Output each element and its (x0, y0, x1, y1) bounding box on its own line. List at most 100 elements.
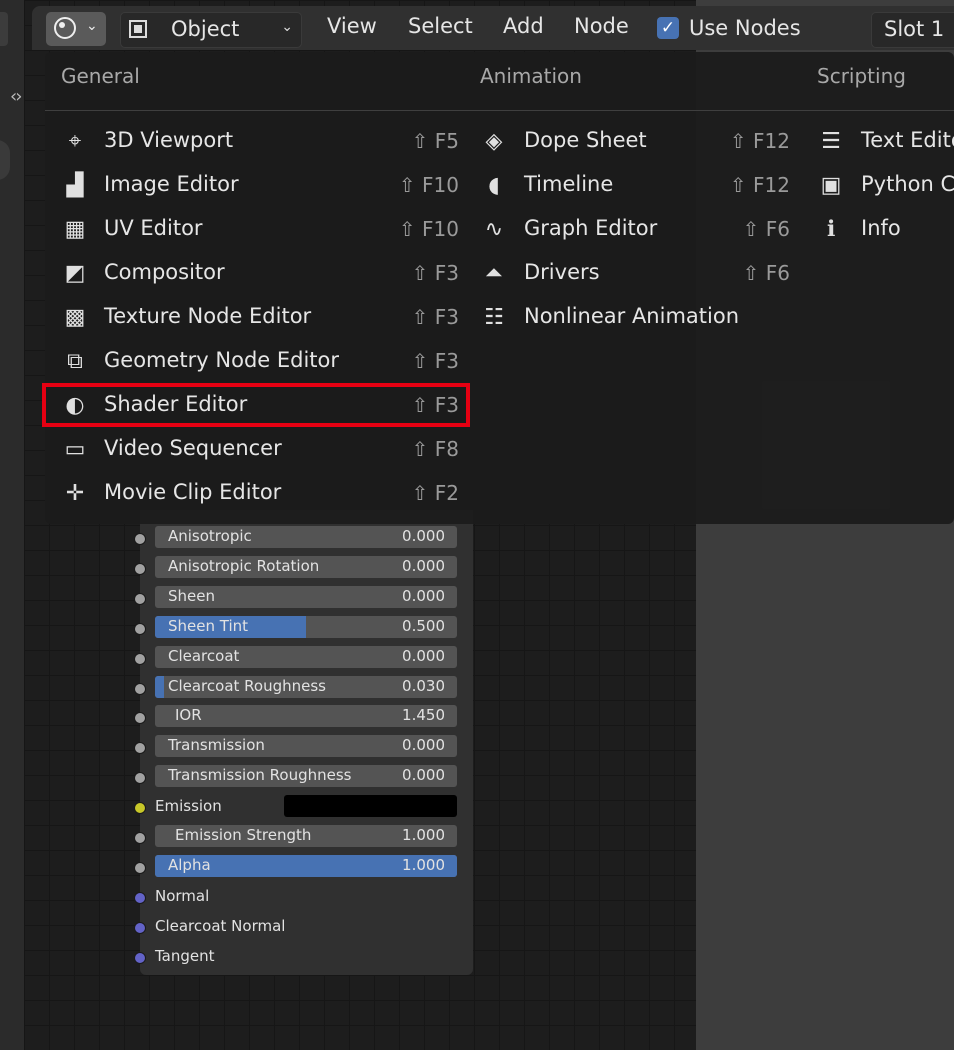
input-socket[interactable] (134, 622, 146, 635)
slot-label: Slot 1 (884, 17, 945, 41)
value-slider[interactable]: Anisotropic 0.000 (155, 526, 457, 548)
menu-item-label: Timeline (524, 172, 614, 196)
shortcut-label: ⇧ F6 (742, 261, 790, 285)
node-input-row: Emission Strength 1.000 (134, 825, 473, 849)
input-socket[interactable] (134, 951, 146, 964)
popup-divider (45, 110, 954, 111)
menu-item-uv-editor[interactable]: ▦ UV Editor ⇧ F10 (61, 208, 459, 252)
shader-editor-highlight-box (42, 383, 470, 427)
shortcut-label: ⇧ F3 (411, 261, 459, 285)
value-slider[interactable]: Clearcoat 0.000 (155, 645, 457, 668)
value-slider[interactable]: Transmission Roughness 0.000 (155, 765, 457, 788)
node-input-row: Transmission 0.000 (134, 735, 473, 759)
menu-item-graph-editor[interactable]: ∿ Graph Editor ⇧ F6 (480, 208, 790, 252)
menu-item-texture-node-editor[interactable]: ▩ Texture Node Editor ⇧ F3 (61, 296, 459, 340)
slider-label: Transmission Roughness (168, 766, 352, 785)
menu-item-label: Drivers (524, 260, 600, 284)
object-mode-icon (129, 20, 147, 38)
use-nodes-label: Use Nodes (689, 16, 801, 40)
menu-select[interactable]: Select (408, 14, 473, 38)
node-input-row: Alpha 1.000 (134, 854, 473, 879)
input-socket[interactable] (134, 802, 146, 815)
info-icon: ℹ (826, 217, 836, 242)
input-label: Tangent (155, 946, 215, 965)
menu-item-info[interactable]: ℹ Info (817, 208, 954, 252)
input-socket[interactable] (134, 772, 146, 785)
slider-value: 1.000 (402, 826, 445, 844)
shortcut-label: ⇧ F12 (729, 173, 790, 197)
menu-item-python-console[interactable]: ▣ Python C (817, 164, 954, 208)
shortcut-label: ⇧ F3 (411, 305, 459, 329)
node-input-row: Anisotropic Rotation 0.000 (134, 555, 473, 580)
slider-label: Clearcoat (168, 646, 240, 665)
graph-editor-icon: ∿ (484, 217, 504, 242)
menu-node[interactable]: Node (574, 14, 629, 38)
slider-fill (155, 675, 165, 698)
node-input-row: IOR 1.450 (134, 705, 473, 729)
value-slider[interactable]: Anisotropic Rotation 0.000 (155, 555, 457, 578)
value-slider[interactable]: Clearcoat Roughness 0.030 (155, 675, 457, 698)
shortcut-label: ⇧ F6 (742, 217, 790, 241)
menu-item-drivers[interactable]: ⏶ Drivers ⇧ F6 (480, 252, 790, 296)
mode-select[interactable]: Object ⌄ (120, 12, 302, 48)
value-slider[interactable]: Alpha 1.000 (155, 854, 457, 877)
menu-item-compositor[interactable]: ◩ Compositor ⇧ F3 (61, 252, 459, 296)
menu-item-label: 3D Viewport (104, 128, 234, 152)
input-socket[interactable] (134, 682, 146, 695)
slider-value: 1.450 (402, 706, 445, 725)
input-socket[interactable] (134, 652, 146, 665)
slider-value: 0.000 (402, 527, 445, 545)
menu-add[interactable]: Add (503, 14, 544, 38)
input-socket[interactable] (134, 891, 146, 904)
shortcut-label: ⇧ F12 (729, 129, 790, 153)
menu-item-3d-viewport[interactable]: ⌖ 3D Viewport ⇧ F5 (61, 120, 459, 164)
left-toolbar-strip: ‹› (0, 0, 25, 1050)
checkbox-checked-icon[interactable]: ✓ (657, 17, 679, 39)
emission-color-swatch[interactable] (284, 795, 457, 818)
collapse-arrows-icon[interactable]: ‹› (10, 86, 22, 107)
menu-item-timeline[interactable]: ◖ Timeline ⇧ F12 (480, 164, 790, 208)
input-socket[interactable] (134, 712, 146, 725)
dope-sheet-icon: ◈ (485, 129, 503, 154)
slot-select[interactable]: Slot 1 (871, 12, 954, 48)
principled-bsdf-node[interactable]: Anisotropic 0.000 Anisotropic Rotation 0.00… (134, 510, 473, 975)
input-label: Normal (155, 886, 210, 905)
use-nodes-toggle[interactable]: ✓ Use Nodes (657, 16, 801, 40)
3d-viewport-icon: ⌖ (68, 129, 82, 154)
input-socket[interactable] (134, 742, 146, 755)
slider-label: Transmission (168, 736, 265, 755)
menu-item-dope-sheet[interactable]: ◈ Dope Sheet ⇧ F12 (480, 120, 790, 164)
input-socket[interactable] (134, 592, 146, 605)
navigation-gizmo[interactable] (0, 140, 10, 180)
shortcut-label: ⇧ F2 (411, 481, 459, 505)
value-slider[interactable]: IOR 1.450 (155, 705, 457, 728)
value-slider[interactable]: Transmission 0.000 (155, 735, 457, 758)
menu-item-video-sequencer[interactable]: ▭ Video Sequencer ⇧ F8 (61, 428, 459, 472)
toolbar-stub[interactable] (0, 12, 8, 46)
value-slider[interactable]: Sheen Tint 0.500 (155, 615, 457, 638)
input-socket[interactable] (134, 832, 146, 844)
video-sequencer-icon: ▭ (64, 437, 86, 462)
slider-value: 0.030 (402, 676, 445, 695)
menu-item-geometry-node-editor[interactable]: ⧉ Geometry Node Editor ⇧ F3 (61, 340, 459, 384)
menu-item-label: Text Edito (861, 128, 954, 152)
input-socket[interactable] (134, 921, 146, 934)
menu-item-image-editor[interactable]: ▟ Image Editor ⇧ F10 (61, 164, 459, 208)
value-slider[interactable]: Sheen 0.000 (155, 585, 457, 608)
menu-item-movie-clip-editor[interactable]: ✛ Movie Clip Editor ⇧ F2 (61, 472, 459, 516)
input-label: Clearcoat Normal (155, 916, 286, 935)
menu-view[interactable]: View (327, 14, 377, 38)
editor-type-button[interactable]: ⌄ (46, 12, 106, 46)
input-label: Emission (155, 797, 222, 816)
text-editor-icon: ☰ (821, 129, 841, 154)
menu-item-nonlinear-animation[interactable]: ☷ Nonlinear Animation (480, 296, 790, 340)
node-input-row: Transmission Roughness 0.000 (134, 765, 473, 789)
slider-label: Sheen (168, 586, 215, 605)
menu-item-text-editor[interactable]: ☰ Text Edito (817, 120, 954, 164)
value-slider[interactable]: Emission Strength 1.000 (155, 825, 457, 847)
input-socket[interactable] (134, 562, 146, 575)
input-socket[interactable] (134, 533, 146, 545)
node-input-row: Anisotropic 0.000 (134, 526, 473, 550)
input-socket[interactable] (134, 861, 146, 874)
menu-item-label: Graph Editor (524, 216, 658, 240)
